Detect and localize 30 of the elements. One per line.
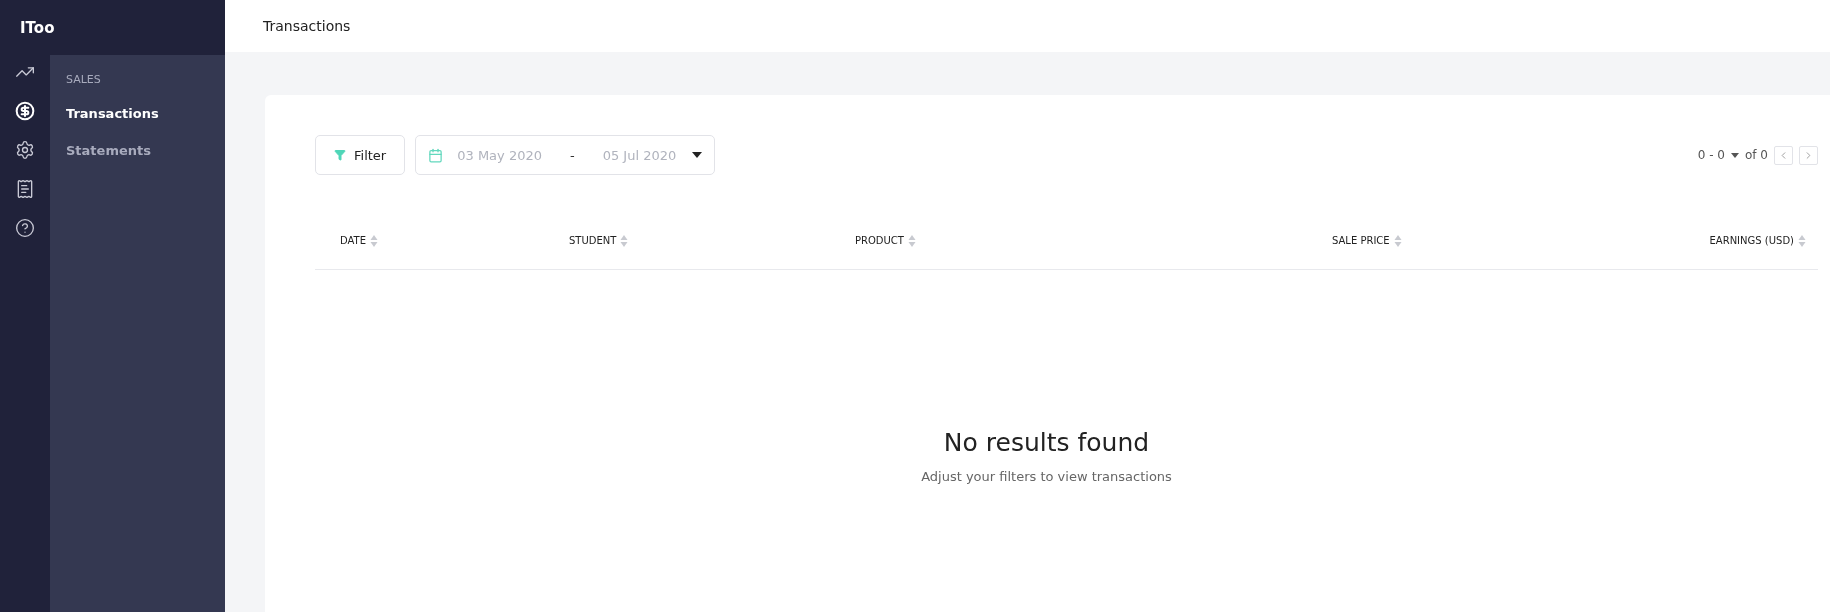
filter-icon [334,149,346,161]
column-header[interactable]: SALE PRICE [1332,235,1390,246]
column-header[interactable]: DATE [340,235,366,246]
sort-icon[interactable] [1798,233,1806,248]
end-date: 05 Jul 2020 [602,147,677,163]
date-range-picker[interactable]: 03 May 2020 - 05 Jul 2020 [415,135,716,175]
sort-icon[interactable] [620,233,629,248]
calendar-icon [428,147,444,163]
sort-icon[interactable] [907,233,916,248]
next-page-button[interactable] [1799,145,1818,165]
nav-item[interactable]: Statements [66,139,225,162]
page-title: Transactions [263,18,351,34]
page-range[interactable]: 0 - 0 [1697,148,1725,162]
caret-icon [692,152,703,158]
page-total: of 0 [1745,148,1768,162]
caret-icon[interactable] [1731,152,1739,158]
column-header[interactable]: PRODUCT [855,235,904,246]
sort-icon[interactable] [370,233,378,248]
previous-page-button[interactable] [1774,145,1793,165]
empty-title: No results found [943,428,1150,457]
sort-icon[interactable] [1393,233,1402,248]
column-header[interactable]: STUDENT [569,235,617,246]
nav-item[interactable]: Transactions [66,102,225,125]
start-date: 03 May 2020 [457,147,542,163]
section-heading: SALES [66,73,102,86]
column-header[interactable]: EARNINGS (USD) [1709,235,1794,246]
filter-button[interactable]: Filter [315,135,406,175]
range-separator: - [570,147,575,163]
app-logo: IToo [20,18,55,37]
empty-message: Adjust your filters to view transactions [921,469,1172,484]
